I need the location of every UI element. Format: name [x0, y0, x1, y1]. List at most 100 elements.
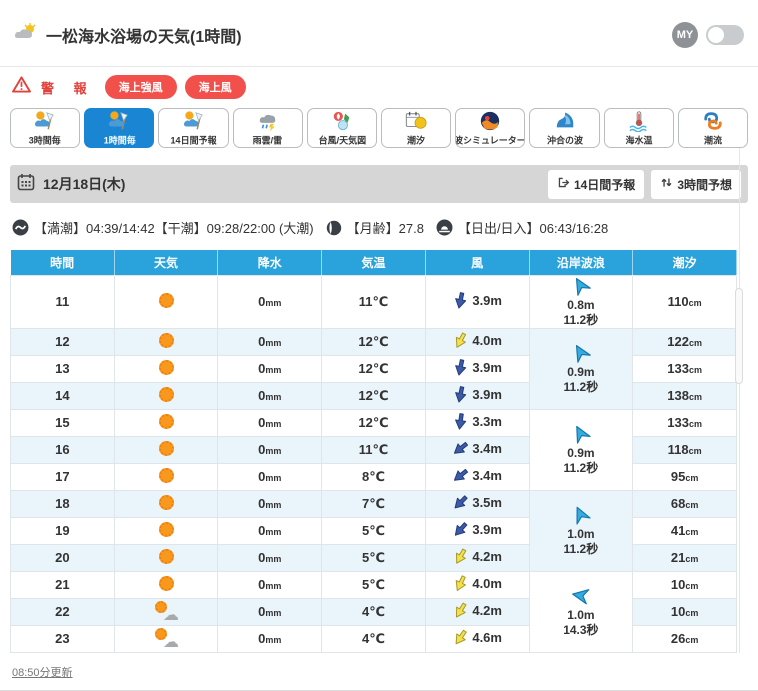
tab-tide[interactable]: 潮汐 [381, 108, 452, 149]
wind-value: 4.0m [472, 575, 502, 591]
tide-value: 41 [670, 523, 686, 539]
time-cell: 13 [10, 354, 115, 383]
warning-badge[interactable]: 海上強風 [104, 75, 177, 100]
temp-cell: 11℃ [321, 274, 426, 329]
tide-value: 26 [670, 631, 686, 647]
right-scroll-thumb[interactable] [735, 288, 743, 384]
time-cell: 14 [10, 381, 115, 410]
precip-unit: mm [265, 419, 282, 430]
toggle-knob [708, 26, 724, 43]
precip-cell: 0mm [217, 327, 323, 356]
topbar: 一松海水浴場の天気(1時間) MY [0, 0, 758, 66]
tide-unit: cm [685, 581, 699, 592]
tab-1hourly[interactable]: 1時間毎 [84, 108, 155, 149]
tide-info-segment: 【日出/日入】06:43/16:28 [436, 218, 608, 237]
tab-14day[interactable]: 14日間予報 [158, 108, 229, 149]
precip-unit: mm [265, 635, 282, 646]
time-cell: 11 [10, 274, 115, 329]
wind-arrow-icon [452, 548, 469, 565]
tide-cell: 68cm [632, 489, 737, 518]
weather-cell: ☁ [113, 597, 219, 626]
tab-label: 1時間毎 [103, 136, 136, 147]
precip-cell: 0mm [217, 624, 323, 653]
sun-cloud-icon: ☁ [153, 601, 179, 623]
tab-raincloud[interactable]: 雨雲/雷 [232, 108, 303, 149]
column-header: 気温 [321, 250, 426, 276]
wind-cell: 3.4m [424, 462, 530, 491]
tide-info-segment: 【月齢】27.8 [326, 218, 424, 237]
wave-cell: 1.0m 11.2秒 [528, 489, 634, 572]
wind-value: 4.0m [472, 332, 502, 348]
tab-current[interactable]: 潮流 [677, 108, 749, 149]
precip-unit: mm [265, 554, 282, 565]
my-toggle[interactable] [706, 24, 744, 45]
temp-cell: 5℃ [321, 516, 426, 545]
precip-unit: mm [265, 298, 282, 309]
precip-unit: mm [265, 338, 282, 349]
tide-info-segment: 【満潮】04:39/14:42【干潮】09:28/22:00 (大潮) [12, 218, 314, 237]
wind-cell: 3.9m [424, 274, 530, 329]
sunny-icon [158, 548, 174, 564]
tide-cell: 122cm [632, 327, 737, 356]
tide-cycle-icon [12, 219, 29, 236]
wind-arrow-icon [452, 440, 469, 457]
my-badge[interactable]: MY [672, 21, 698, 48]
sunrise-icon [436, 219, 453, 236]
warning-badge[interactable]: 海上風 [184, 75, 246, 100]
time-cell: 23 [10, 624, 115, 653]
tab-label: 雨雲/雷 [252, 136, 283, 147]
tide-unit: cm [685, 608, 699, 619]
time-cell: 21 [10, 570, 115, 599]
tide-unit: cm [688, 446, 702, 457]
table-row: 11 0mm 11℃ 3.9m 0.8m 11.2秒 110cm [10, 274, 737, 329]
weather-cell [113, 543, 219, 572]
precip-unit: mm [265, 446, 282, 457]
swap-icon [660, 176, 673, 192]
14day-forecast-button[interactable]: 14日間予報 [547, 169, 645, 199]
tab-typhoon[interactable]: 台風/天気図 [306, 108, 378, 149]
updated-link[interactable]: 08:50分更新 [12, 664, 73, 680]
warning-row: 警 報 海上強風 海上風 [0, 67, 758, 101]
column-header: 沿岸波浪 [529, 250, 634, 276]
tab-label: 14日間予報 [170, 136, 217, 147]
column-header: 時間 [10, 250, 115, 276]
tide-unit: cm [688, 365, 702, 376]
forecast-icon [181, 110, 207, 132]
wind-cell: 3.9m [424, 516, 530, 545]
sunny-icon [158, 575, 174, 591]
precip-cell: 0mm [217, 435, 323, 464]
3hour-forecast-button[interactable]: 3時間予想 [651, 169, 741, 199]
tide-cell: 95cm [632, 462, 737, 491]
tab-offshore[interactable]: 沖合の波 [529, 108, 600, 149]
wave-height: 0.9m [567, 445, 595, 460]
sunny-icon [158, 386, 174, 402]
tab-3hourly[interactable]: 3時間毎 [10, 108, 81, 149]
wind-cell: 4.2m [424, 543, 530, 572]
tide-cell: 138cm [632, 381, 737, 410]
time-cell: 16 [10, 435, 115, 464]
weather-cell [113, 489, 219, 518]
tab-seatemp[interactable]: 海水温 [603, 108, 674, 149]
tide-unit: cm [685, 635, 699, 646]
wave-cell: 0.8m 11.2秒 [528, 274, 634, 329]
wind-cell: 3.4m [424, 435, 530, 464]
forecast-table: 時間 天気 降水 気温風沿岸波浪 潮汐 11 0mm 11℃ 3.9m 0.8m 11.2秒 110… [10, 250, 737, 653]
sunny-icon [158, 521, 174, 537]
tab-wavesim[interactable]: 波シミュレーター [455, 108, 526, 149]
tide-unit: cm [685, 554, 699, 565]
precip-cell: 0mm [217, 516, 323, 545]
weather-cell [113, 462, 219, 491]
tide-cell: 133cm [632, 354, 737, 383]
tab-label: 台風/天気図 [318, 136, 366, 147]
wind-arrow-icon [452, 521, 469, 538]
tab-label: 3時間毎 [29, 136, 62, 147]
precip-unit: mm [265, 581, 282, 592]
temp-cell: 7℃ [321, 489, 426, 518]
wind-value: 3.5m [472, 494, 502, 510]
wind-cell: 4.6m [424, 624, 530, 653]
tide-cell: 110cm [632, 274, 737, 329]
wave-direction-icon [571, 424, 592, 446]
wave-height: 1.0m [567, 526, 595, 541]
column-header: 潮汐 [632, 250, 737, 276]
tide-info-text: 【日出/日入】06:43/16:28 [457, 221, 609, 237]
